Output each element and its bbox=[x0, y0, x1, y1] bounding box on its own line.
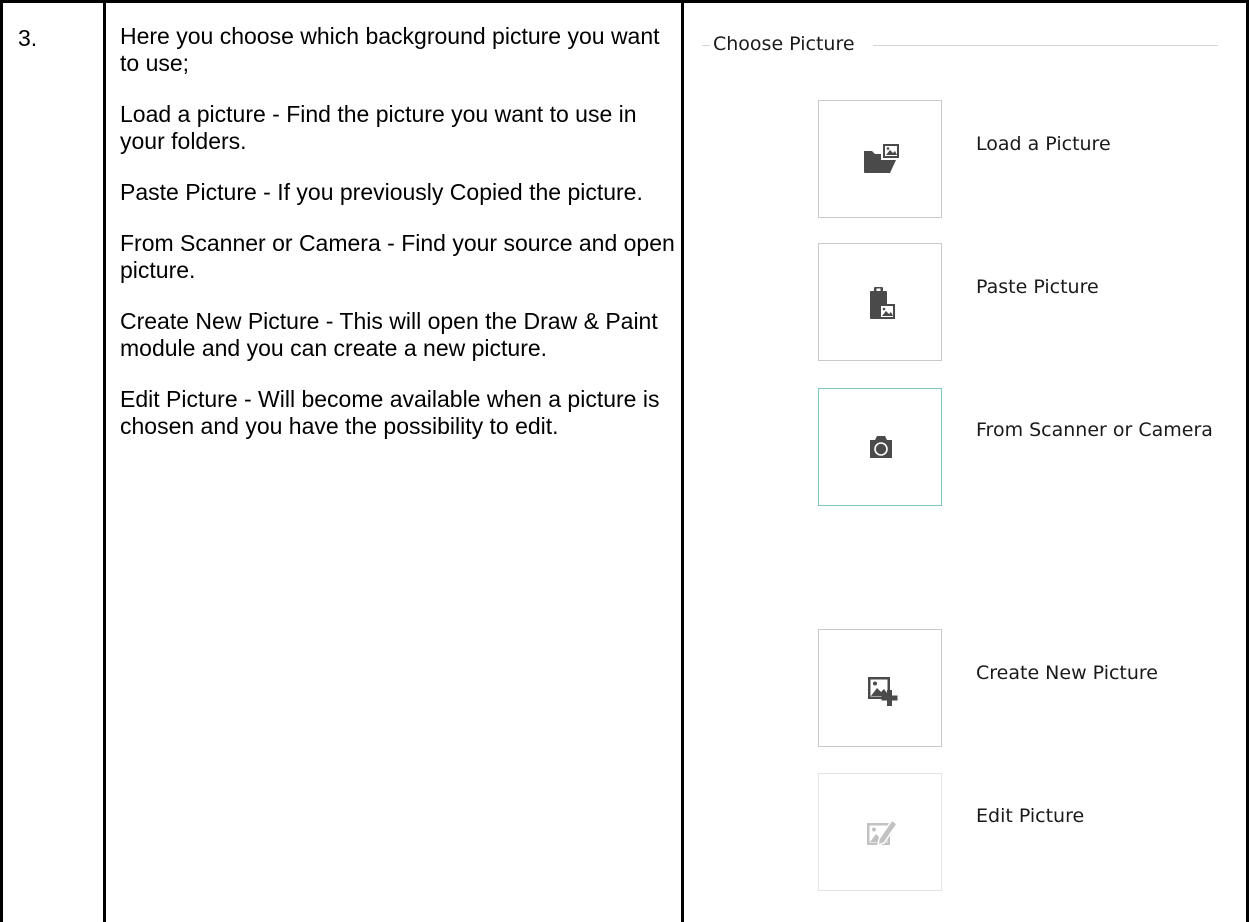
table-left-border bbox=[0, 0, 3, 922]
description-intro: Here you choose which background picture… bbox=[120, 23, 660, 76]
paste-picture-label: Paste Picture bbox=[976, 276, 1099, 298]
load-picture-label: Load a Picture bbox=[976, 133, 1111, 155]
group-border bbox=[702, 45, 710, 46]
description-create: Create New Picture - This will open the … bbox=[120, 308, 658, 361]
create-new-picture-label: Create New Picture bbox=[976, 662, 1158, 684]
scanner-camera-label: From Scanner or Camera bbox=[976, 419, 1213, 441]
create-new-picture-button[interactable] bbox=[818, 629, 942, 747]
edit-picture-label: Edit Picture bbox=[976, 805, 1085, 827]
scanner-camera-button[interactable] bbox=[818, 388, 942, 506]
image-add-icon bbox=[868, 677, 898, 706]
description-cell: Here you choose which background picture… bbox=[120, 23, 680, 464]
description-paste: Paste Picture - If you previously Copied… bbox=[120, 179, 643, 205]
step-number: 3. bbox=[18, 25, 38, 51]
paste-picture-button[interactable] bbox=[818, 243, 942, 361]
panel-title: Choose Picture bbox=[711, 33, 857, 55]
description-scanner: From Scanner or Camera - Find your sourc… bbox=[120, 230, 675, 283]
edit-picture-button[interactable] bbox=[818, 773, 942, 891]
folder-image-icon bbox=[864, 144, 899, 173]
group-border bbox=[873, 45, 1218, 46]
description-load: Load a picture - Find the picture you wa… bbox=[120, 101, 637, 154]
load-picture-button[interactable] bbox=[818, 100, 942, 218]
table-top-border bbox=[0, 0, 1249, 3]
clipboard-image-icon bbox=[870, 287, 895, 319]
table-column-divider bbox=[103, 0, 106, 922]
description-edit: Edit Picture - Will become available whe… bbox=[120, 386, 660, 439]
table-column-divider bbox=[681, 0, 684, 922]
image-edit-icon bbox=[867, 818, 899, 847]
camera-icon bbox=[870, 436, 892, 458]
